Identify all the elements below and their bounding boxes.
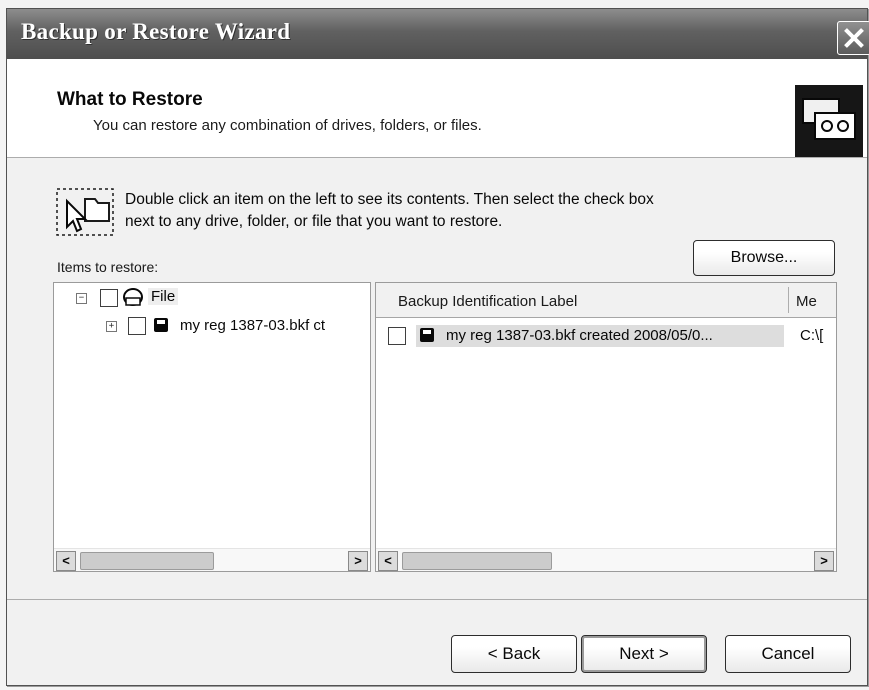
scroll-thumb[interactable] (80, 552, 214, 570)
scroll-right-icon[interactable]: > (814, 551, 834, 571)
page-subtitle: You can restore any combination of drive… (93, 117, 482, 134)
wizard-header: What to Restore You can restore any comb… (7, 59, 867, 158)
cancel-button[interactable]: Cancel (725, 635, 851, 673)
list-column-headers: Backup Identification Label Me (376, 283, 836, 318)
close-icon[interactable] (837, 21, 869, 55)
expand-icon[interactable]: + (106, 321, 117, 332)
scroll-right-icon[interactable]: > (348, 551, 368, 571)
tree-item-file[interactable]: File (148, 288, 179, 305)
footer-divider (7, 599, 867, 600)
next-button[interactable]: Next > (581, 635, 707, 673)
backup-file-checkbox[interactable] (128, 317, 146, 335)
page-title: What to Restore (57, 89, 203, 110)
items-to-restore-label: Items to restore: (57, 259, 159, 275)
file-root-checkbox[interactable] (100, 289, 118, 307)
backup-file-icon (154, 318, 168, 332)
window-title: Backup or Restore Wizard (21, 19, 291, 44)
column-header-media[interactable]: Me (796, 293, 817, 310)
backup-row-label[interactable]: my reg 1387-03.bkf created 2008/05/0... (446, 327, 713, 344)
left-horizontal-scrollbar[interactable]: < > (54, 548, 370, 571)
backup-row-icon (420, 328, 434, 342)
scroll-left-icon[interactable]: < (56, 551, 76, 571)
backup-list-pane[interactable]: Backup Identification Label Me my reg 13… (375, 282, 837, 572)
backup-tapes-icon (795, 85, 863, 157)
title-bar[interactable]: Backup or Restore Wizard (7, 9, 869, 59)
tree-item-backup-file[interactable]: my reg 1387-03.bkf ct (180, 317, 325, 334)
back-button[interactable]: < Back (451, 635, 577, 673)
browse-button[interactable]: Browse... (693, 240, 835, 276)
instructions-text: Double click an item on the left to see … (125, 191, 654, 230)
column-header-label[interactable]: Backup Identification Label (398, 293, 577, 310)
backup-row-checkbox[interactable] (388, 327, 406, 345)
double-click-hint-icon (56, 188, 114, 236)
restore-tree-pane[interactable]: − File + my reg 1387-03.bkf ct < > (53, 282, 371, 572)
scroll-left-icon[interactable]: < (378, 551, 398, 571)
wizard-window: Backup or Restore Wizard What to Restore… (6, 8, 869, 686)
column-separator[interactable] (788, 287, 789, 313)
right-horizontal-scrollbar[interactable]: < > (376, 548, 836, 571)
backup-row-media: C:\[ (800, 327, 824, 344)
file-drive-icon (123, 288, 143, 306)
collapse-icon[interactable]: − (76, 293, 87, 304)
scroll-thumb[interactable] (402, 552, 552, 570)
